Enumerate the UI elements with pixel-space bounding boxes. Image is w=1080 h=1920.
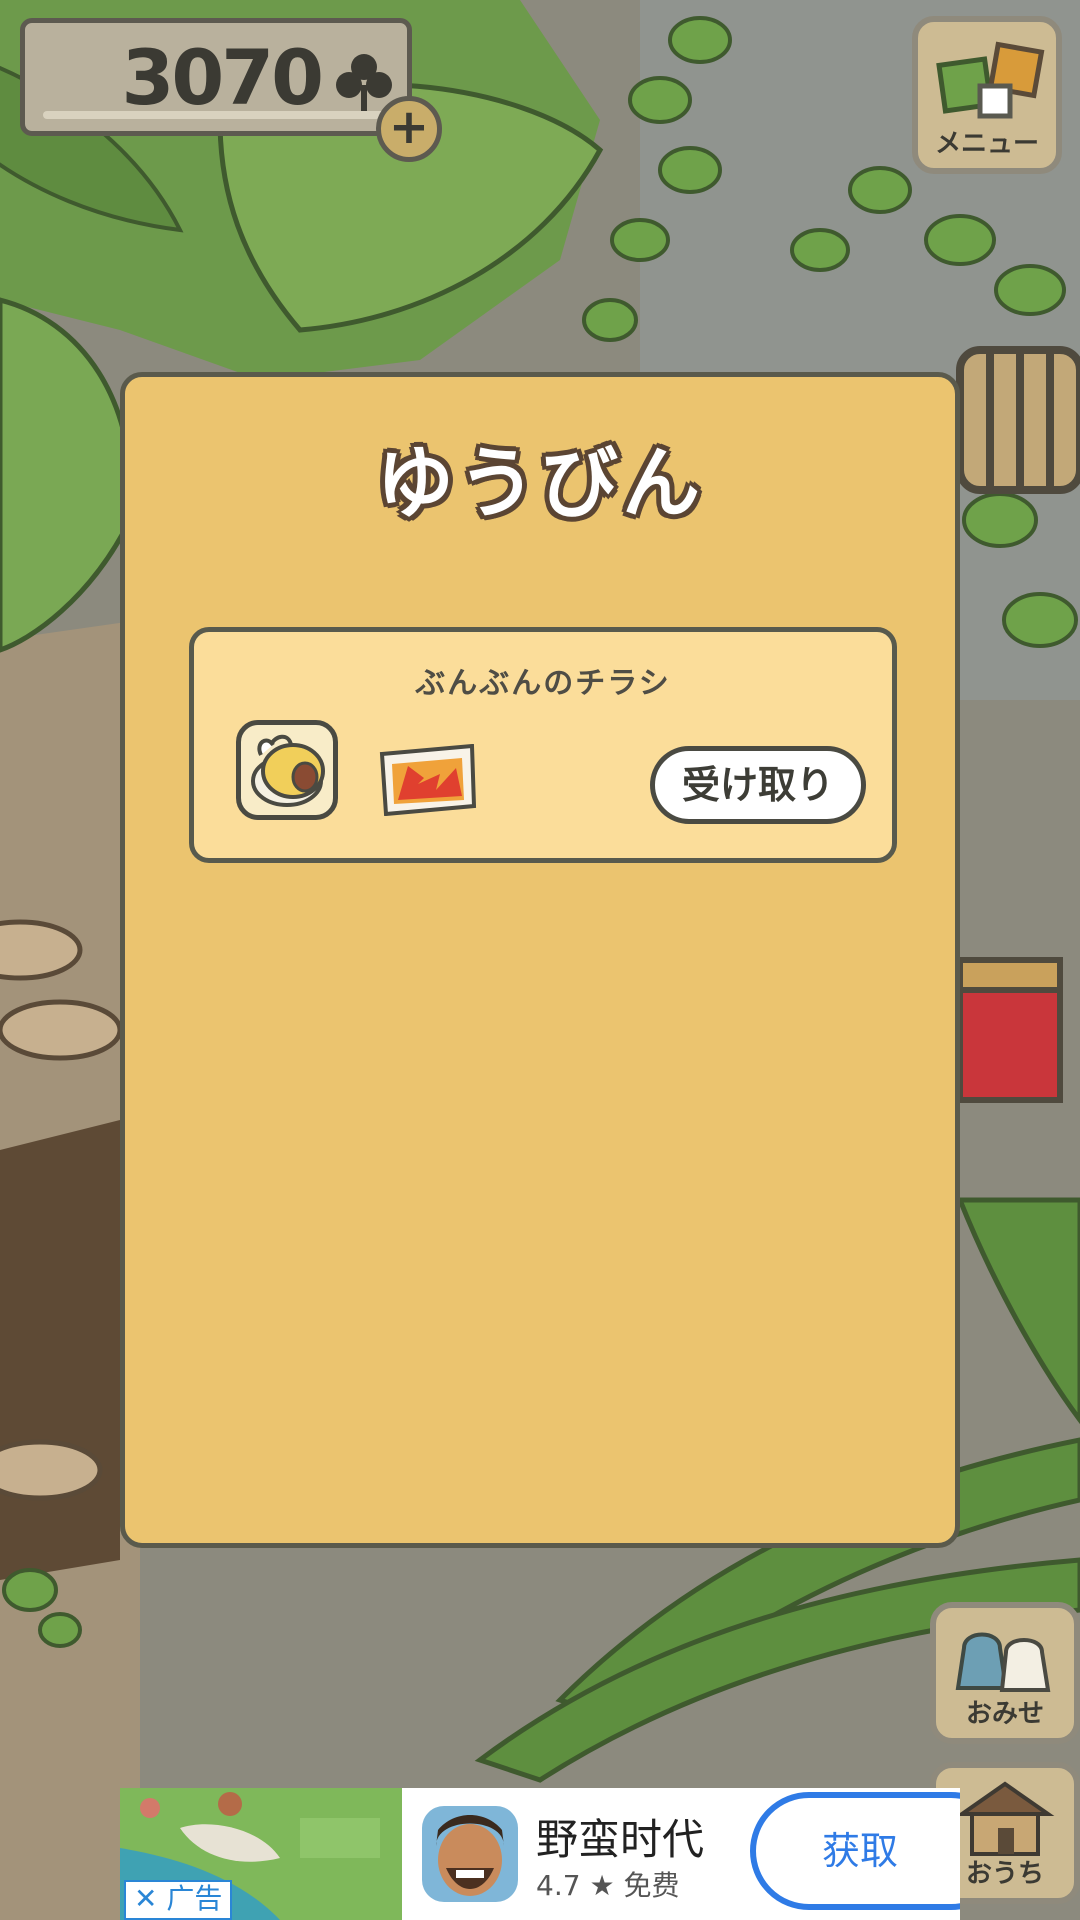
counter-underline	[43, 111, 387, 119]
star-icon: ★	[589, 1869, 615, 1902]
menu-button[interactable]: メニュー	[912, 16, 1062, 174]
mail-panel: ゆうびん ぶんぶんのチラシ 受け取り	[120, 372, 960, 1548]
ad-close-button[interactable]: ✕ 广告	[124, 1880, 233, 1920]
menu-label: メニュー	[934, 129, 1039, 159]
shop-label: おみせ	[965, 1699, 1044, 1729]
ad-rating-value: 4.7	[536, 1869, 581, 1902]
mail-sender: ぶんぶんのチラシ	[415, 666, 671, 701]
shop-button[interactable]: おみせ	[930, 1602, 1080, 1744]
bee-avatar-icon	[236, 720, 338, 820]
ad-price: 免费	[623, 1869, 680, 1902]
flyer-icon	[378, 743, 478, 820]
ad-get-button[interactable]: 获取	[750, 1792, 960, 1910]
house-icon	[955, 1781, 1055, 1856]
app-icon	[422, 1806, 518, 1902]
ad-rating-row: 4.7 ★ 免费	[536, 1864, 679, 1904]
mail-item: ぶんぶんのチラシ 受け取り	[189, 627, 897, 863]
bag-icon	[955, 1632, 1051, 1692]
add-clover-button[interactable]: +	[376, 96, 442, 162]
ad-banner[interactable]: ✕ 广告 野蛮时代 4.7 ★ 免费 获取	[120, 1788, 960, 1920]
ad-app-name: 野蛮时代	[536, 1815, 705, 1864]
clover-count: 3070	[121, 33, 324, 122]
mail-panel-title: ゆうびん	[375, 439, 704, 529]
receive-button[interactable]: 受け取り	[650, 746, 866, 824]
clover-counter: 3070	[20, 18, 412, 136]
